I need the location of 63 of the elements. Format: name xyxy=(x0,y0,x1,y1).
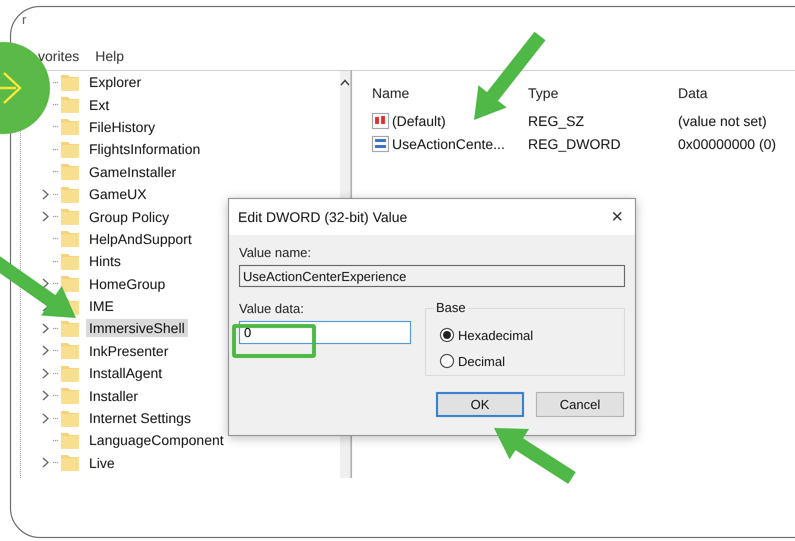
group-label: Base xyxy=(434,300,468,315)
cancel-button[interactable]: Cancel xyxy=(536,392,624,417)
value-type: REG_SZ xyxy=(528,112,584,128)
chevron-icon[interactable] xyxy=(42,457,48,468)
radio-button[interactable] xyxy=(440,354,454,368)
ok-button[interactable]: OK xyxy=(436,392,524,417)
tree-item[interactable]: Installer xyxy=(86,386,142,405)
dialog-title: Edit DWORD (32-bit) Value xyxy=(238,209,408,225)
radio-label[interactable]: Hexadecimal xyxy=(458,328,534,342)
tree-item[interactable]: HomeGroup xyxy=(86,274,168,293)
tree-item[interactable]: InkPresenter xyxy=(86,342,172,360)
scroll-up-icon[interactable] xyxy=(340,79,350,86)
tree-item[interactable]: IME xyxy=(86,297,117,316)
column-header[interactable]: Type xyxy=(528,85,558,101)
chevron-icon[interactable] xyxy=(42,368,48,379)
string-value-icon xyxy=(372,112,389,128)
tree-item[interactable]: InstallAgent xyxy=(86,364,166,382)
tree-item[interactable]: Group Policy xyxy=(86,208,172,226)
tree-item[interactable]: LanguageComponent xyxy=(86,431,227,450)
tree-item[interactable]: Internet Settings xyxy=(86,409,194,428)
chevron-icon[interactable] xyxy=(42,345,48,356)
folder-icon xyxy=(60,117,80,136)
tree-item[interactable]: FlightsInformation xyxy=(86,140,204,158)
radio-button[interactable] xyxy=(440,328,454,342)
tree-item[interactable]: Ext xyxy=(86,96,112,114)
value-name-field[interactable]: UseActionCenterExperience xyxy=(239,265,625,287)
column-header[interactable]: Data xyxy=(678,85,708,101)
folder-icon xyxy=(60,386,80,406)
field-label: Value name: xyxy=(239,245,312,260)
chevron-icon[interactable] xyxy=(42,390,48,402)
chevron-icon[interactable] xyxy=(42,322,48,334)
close-button[interactable]: × xyxy=(611,207,623,227)
column-header[interactable]: Name xyxy=(372,85,410,101)
field-label: Value data: xyxy=(239,301,304,316)
binary-value-icon xyxy=(372,136,389,152)
folder-icon xyxy=(60,341,80,360)
folder-icon xyxy=(60,229,80,248)
tree-item[interactable]: GameInstaller xyxy=(86,162,180,181)
radio-label[interactable]: Decimal xyxy=(458,354,505,368)
tree-item[interactable]: HelpAndSupport xyxy=(86,230,195,248)
folder-icon xyxy=(60,453,80,472)
chevron-icon[interactable] xyxy=(42,412,48,424)
folder-icon xyxy=(60,95,80,114)
tree-item[interactable]: GameUX xyxy=(86,185,150,204)
tree-item[interactable]: FileHistory xyxy=(86,118,158,136)
tree-item[interactable]: ImmersiveShell xyxy=(86,319,188,338)
tree-item[interactable]: Explorer xyxy=(86,73,144,92)
chevron-icon[interactable] xyxy=(42,278,48,290)
value-data: (value not set) xyxy=(678,112,767,128)
tree-item[interactable]: Hints xyxy=(86,252,124,270)
menu-item[interactable]: vorites xyxy=(38,48,80,66)
value-name[interactable]: (Default) xyxy=(392,112,446,128)
value-data: 0x00000000 (0) xyxy=(678,136,776,152)
value-data-field[interactable]: 0 xyxy=(239,321,411,344)
folder-icon xyxy=(60,207,80,226)
chevron-icon[interactable] xyxy=(42,188,48,200)
folder-icon xyxy=(60,162,80,182)
menu-item[interactable]: Help xyxy=(95,48,124,66)
chevron-icon[interactable] xyxy=(42,211,48,222)
tree-item[interactable]: Live xyxy=(86,454,118,472)
value-type: REG_DWORD xyxy=(528,136,621,152)
value-name[interactable]: UseActionCente... xyxy=(392,136,505,152)
window-title: r xyxy=(22,12,26,27)
